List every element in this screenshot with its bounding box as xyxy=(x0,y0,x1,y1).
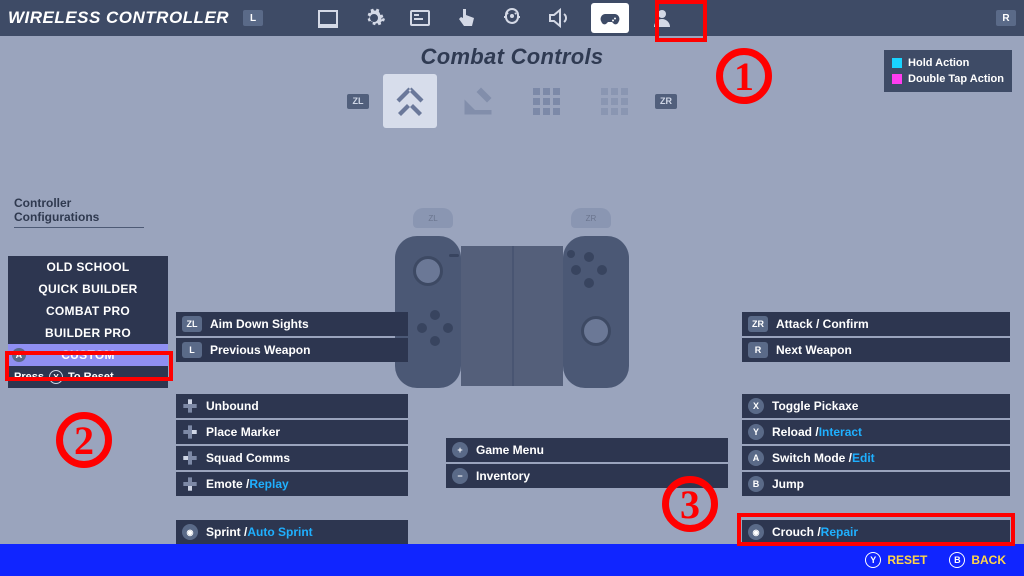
dpad-icon xyxy=(417,310,453,346)
mode-edit-icon[interactable] xyxy=(519,74,573,128)
bind-dpad-left[interactable]: Squad Comms xyxy=(176,446,408,470)
bind-jump[interactable]: BJump xyxy=(742,472,1010,496)
legend-hold-label: Hold Action xyxy=(908,55,969,71)
bind-dpad-right[interactable]: Place Marker xyxy=(176,420,408,444)
bind-left-stick[interactable]: ◉Sprint / Auto Sprint xyxy=(176,520,408,544)
l-bumper-badge: L xyxy=(243,10,263,26)
top-tab-strip xyxy=(315,3,675,33)
bind-reload[interactable]: YReload / Interact xyxy=(742,420,1010,444)
bind-dpad-up[interactable]: Unbound xyxy=(176,394,408,418)
legend-dtap-swatch xyxy=(892,74,902,84)
config-custom[interactable]: A CUSTOM xyxy=(8,344,168,366)
mode-next-badge: ZR xyxy=(655,94,677,109)
legend-dtap-label: Double Tap Action xyxy=(908,71,1004,87)
footer-reset-button[interactable]: YRESET xyxy=(865,552,927,568)
bind-aim-down-sights[interactable]: ZLAim Down Sights xyxy=(176,312,408,336)
mode-combat-icon[interactable] xyxy=(383,74,437,128)
config-heading: Controller Configurations xyxy=(14,196,144,228)
legend-hold-swatch xyxy=(892,58,902,68)
face-buttons-icon xyxy=(571,252,607,288)
config-quick-builder[interactable]: QUICK BUILDER xyxy=(8,278,168,300)
footer-bar: YRESET BBACK xyxy=(0,544,1024,576)
tab-game-settings-icon[interactable] xyxy=(361,5,387,31)
legend-box: Hold Action Double Tap Action xyxy=(884,50,1012,92)
top-bar: WIRELESS CONTROLLER L R xyxy=(0,0,1024,36)
plus-button-icon xyxy=(567,250,575,258)
bind-next-weapon[interactable]: RNext Weapon xyxy=(742,338,1010,362)
config-list: OLD SCHOOL QUICK BUILDER COMBAT PRO BUIL… xyxy=(8,256,168,388)
bind-dpad-down[interactable]: Emote / Replay xyxy=(176,472,408,496)
right-stick-icon xyxy=(581,316,611,346)
tab-video-icon[interactable] xyxy=(315,5,341,31)
dpad-up-icon xyxy=(182,398,198,414)
right-stick-chip-icon: ◉ xyxy=(748,524,764,540)
left-stick-icon xyxy=(413,256,443,286)
dpad-down-icon xyxy=(182,476,198,492)
mode-prev-badge: ZL xyxy=(347,94,369,109)
annotation-number-2: 2 xyxy=(56,412,112,468)
bind-previous-weapon[interactable]: LPrevious Weapon xyxy=(176,338,408,362)
dpad-left-icon xyxy=(182,450,198,466)
config-reset-hint: Press Y To Reset xyxy=(8,366,168,388)
config-old-school[interactable]: OLD SCHOOL xyxy=(8,256,168,278)
tab-account-icon[interactable] xyxy=(649,5,675,31)
bind-inventory[interactable]: −Inventory xyxy=(446,464,728,488)
bind-attack-confirm[interactable]: ZRAttack / Confirm xyxy=(742,312,1010,336)
zr-trigger-icon: ZR xyxy=(571,208,611,228)
zl-trigger-icon: ZL xyxy=(413,208,453,228)
section-title: Combat Controls xyxy=(0,44,1024,70)
tab-controller-icon[interactable] xyxy=(591,3,629,33)
tab-touch-icon[interactable] xyxy=(453,5,479,31)
bind-game-menu[interactable]: +Game Menu xyxy=(446,438,728,462)
page-title: WIRELESS CONTROLLER xyxy=(8,8,229,28)
tab-input-icon[interactable] xyxy=(499,5,525,31)
config-selected-chip: A xyxy=(12,348,26,362)
controller-diagram: ZL ZR xyxy=(395,232,629,400)
tab-hud-icon[interactable] xyxy=(407,5,433,31)
config-builder-pro[interactable]: BUILDER PRO xyxy=(8,322,168,344)
left-stick-chip-icon: ◉ xyxy=(182,524,198,540)
r-bumper-badge: R xyxy=(996,10,1016,26)
mode-misc-icon[interactable] xyxy=(587,74,641,128)
mode-row: ZL ZR xyxy=(347,74,677,128)
config-combat-pro[interactable]: COMBAT PRO xyxy=(8,300,168,322)
minus-button-icon xyxy=(449,254,459,257)
bind-right-stick[interactable]: ◉Crouch / Repair xyxy=(742,520,1010,544)
dpad-right-icon xyxy=(182,424,198,440)
y-button-icon: Y xyxy=(49,370,63,384)
bind-switch-mode[interactable]: ASwitch Mode / Edit xyxy=(742,446,1010,470)
mode-build-icon[interactable] xyxy=(451,74,505,128)
bind-toggle-pickaxe[interactable]: XToggle Pickaxe xyxy=(742,394,1010,418)
footer-back-button[interactable]: BBACK xyxy=(949,552,1006,568)
tab-audio-icon[interactable] xyxy=(545,5,571,31)
